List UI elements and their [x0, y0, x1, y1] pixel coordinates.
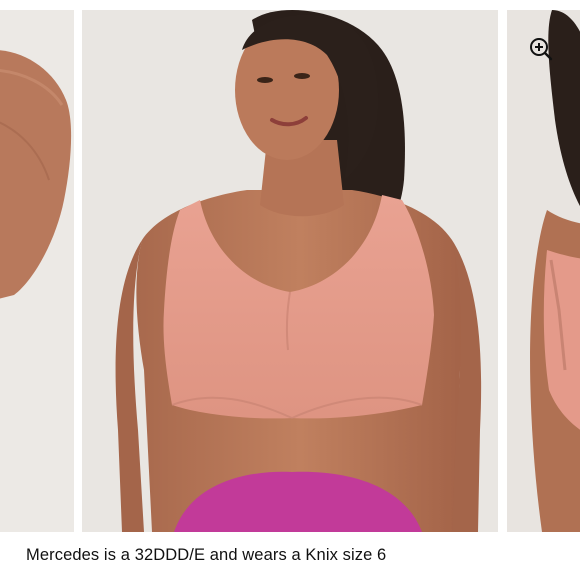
product-image-carousel[interactable]	[0, 0, 580, 534]
image-caption: Mercedes is a 32DDD/E and wears a Knix s…	[26, 546, 387, 564]
model-side-photo	[507, 10, 580, 532]
arm-photo	[0, 10, 74, 532]
carousel-slide-next[interactable]	[507, 10, 580, 532]
carousel-slide-current[interactable]	[82, 10, 498, 532]
zoom-in-icon	[530, 38, 553, 61]
zoom-button[interactable]	[526, 34, 556, 64]
carousel-slide-previous[interactable]	[0, 10, 74, 532]
model-front-photo	[82, 10, 498, 532]
